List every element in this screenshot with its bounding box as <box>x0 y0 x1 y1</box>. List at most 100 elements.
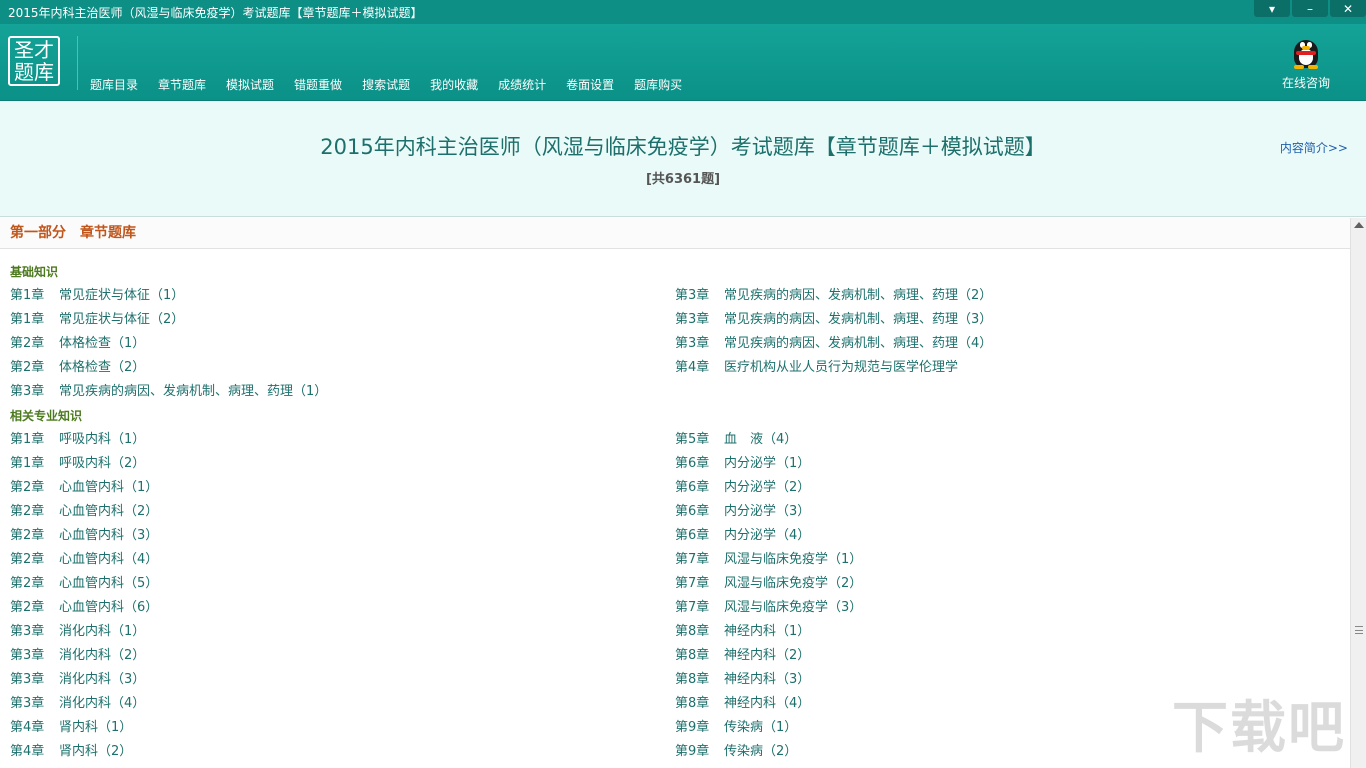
chapter-name: 肾内科（1） <box>59 720 133 735</box>
chapter-link[interactable]: 第7章 风湿与临床免疫学（3） <box>675 596 1340 620</box>
nav-item-0[interactable]: 题库目录 <box>80 76 148 94</box>
chapter-link[interactable]: 第7章 风湿与临床免疫学（1） <box>675 548 1340 572</box>
chapter-number: 第8章 <box>675 624 710 639</box>
chapter-link[interactable]: 第4章 医疗机构从业人员行为规范与医学伦理学 <box>675 356 1340 380</box>
chapter-link[interactable]: 第3章 常见疾病的病因、发病机制、病理、药理（3） <box>675 308 1340 332</box>
chapter-number: 第8章 <box>675 672 710 687</box>
chapter-link[interactable]: 第3章 消化内科（3） <box>10 668 675 692</box>
chapter-name: 呼吸内科（2） <box>59 456 146 471</box>
chapter-number: 第7章 <box>675 552 710 567</box>
chapter-link[interactable]: 第1章 常见症状与体征（1） <box>10 284 675 308</box>
chapter-number: 第4章 <box>10 720 45 735</box>
close-button[interactable]: ✕ <box>1330 0 1366 17</box>
chapter-number: 第3章 <box>675 312 710 327</box>
toolbar-divider <box>77 36 78 90</box>
chapter-link[interactable]: 第7章 风湿与临床免疫学（2） <box>675 572 1340 596</box>
nav-item-8[interactable]: 题库购买 <box>624 76 692 94</box>
chapter-link[interactable]: 第6章 内分泌学（4） <box>675 524 1340 548</box>
chapter-number: 第1章 <box>10 456 45 471</box>
chapter-link[interactable]: 第2章 心血管内科（3） <box>10 524 675 548</box>
chapter-name: 风湿与临床免疫学（1） <box>724 552 863 567</box>
chapter-name: 常见疾病的病因、发病机制、病理、药理（2） <box>724 288 993 303</box>
logo-text-top: 圣才 <box>14 38 54 62</box>
chapter-link[interactable]: 第2章 体格检查（2） <box>10 356 675 380</box>
part-header: 第一部分 章节题库 <box>0 218 1350 249</box>
chapter-link[interactable]: 第3章 消化内科（2） <box>10 644 675 668</box>
part-name: 章节题库 <box>80 225 136 241</box>
chapter-link[interactable]: 第4章 肾内科（2） <box>10 740 675 764</box>
minimize-button[interactable]: – <box>1292 0 1328 17</box>
chapter-link[interactable]: 第8章 神经内科（2） <box>675 644 1340 668</box>
chapter-link[interactable]: 第4章 肾内科（1） <box>10 716 675 740</box>
watermark-logo: 下载吧 <box>1172 696 1346 761</box>
chapter-name: 心血管内科（4） <box>59 552 159 567</box>
chapter-link[interactable]: 第3章 消化内科（4） <box>10 692 675 716</box>
chapter-link[interactable]: 第6章 内分泌学（1） <box>675 452 1340 476</box>
chapter-link[interactable]: 第2章 心血管内科（1） <box>10 476 675 500</box>
main-nav: 题库目录 章节题库 模拟试题 错题重做 搜索试题 我的收藏 成绩统计 卷面设置 题库购买 <box>80 76 692 94</box>
window-title: 2015年内科主治医师（风湿与临床免疫学）考试题库【章节题库＋模拟试题】 <box>8 6 423 20</box>
chapter-number: 第5章 <box>675 432 710 447</box>
chapter-link[interactable]: 第3章 常见疾病的病因、发病机制、病理、药理（4） <box>675 332 1340 356</box>
chapter-name: 传染病（2） <box>724 744 798 759</box>
chapter-link[interactable]: 第2章 心血管内科（4） <box>10 548 675 572</box>
chapter-name: 内分泌学（3） <box>724 504 811 519</box>
chapter-name: 风湿与临床免疫学（3） <box>724 600 863 615</box>
scroll-grip-icon[interactable] <box>1355 626 1363 634</box>
chapter-link[interactable]: 第1章 常见症状与体征（2） <box>10 308 675 332</box>
app-logo: 圣才 题库 <box>8 36 60 86</box>
title-bar: 2015年内科主治医师（风湿与临床免疫学）考试题库【章节题库＋模拟试题】 ▾ –… <box>0 0 1366 24</box>
chapter-number: 第3章 <box>10 384 45 399</box>
chapter-number: 第2章 <box>10 528 45 543</box>
chapter-link[interactable]: 第6章 内分泌学（3） <box>675 500 1340 524</box>
nav-item-6[interactable]: 成绩统计 <box>488 76 556 94</box>
chapter-name: 神经内科（4） <box>724 696 811 711</box>
chapter-number: 第2章 <box>10 576 45 591</box>
intro-link[interactable]: 内容简介>> <box>1280 139 1348 156</box>
chapter-link[interactable]: 第2章 心血管内科（5） <box>10 572 675 596</box>
nav-item-2[interactable]: 模拟试题 <box>216 76 284 94</box>
chapter-number: 第7章 <box>675 576 710 591</box>
dropdown-menu-button[interactable]: ▾ <box>1254 0 1290 17</box>
chapter-name: 常见症状与体征（1） <box>59 288 185 303</box>
nav-item-4[interactable]: 搜索试题 <box>352 76 420 94</box>
chapter-number: 第2章 <box>10 360 45 375</box>
nav-item-1[interactable]: 章节题库 <box>148 76 216 94</box>
chapter-link[interactable]: 第8章 神经内科（1） <box>675 620 1340 644</box>
chapter-number: 第6章 <box>675 504 710 519</box>
chapter-number: 第1章 <box>10 312 45 327</box>
chapter-link[interactable]: 第5章血 液（4） <box>675 428 1340 452</box>
chapter-link[interactable]: 第1章 呼吸内科（2） <box>10 452 675 476</box>
chapter-number: 第2章 <box>10 336 45 351</box>
chapter-link[interactable]: 第3章 常见疾病的病因、发病机制、病理、药理（2） <box>675 284 1340 308</box>
online-consult-label: 在线咨询 <box>1281 76 1330 90</box>
chapter-name: 体格检查（2） <box>59 360 146 375</box>
chapter-link[interactable]: 第3章 常见疾病的病因、发病机制、病理、药理（1） <box>10 380 675 404</box>
chapter-name: 消化内科（4） <box>59 696 146 711</box>
nav-item-7[interactable]: 卷面设置 <box>556 76 624 94</box>
question-count: [共6361题] <box>645 172 721 187</box>
chapter-link[interactable]: 第6章 内分泌学（2） <box>675 476 1340 500</box>
chapter-name: 神经内科（1） <box>724 624 811 639</box>
chapter-name: 血 液（4） <box>724 432 798 447</box>
main-toolbar: 圣才 题库 题库目录 章节题库 模拟试题 错题重做 搜索试题 我的收藏 成绩统计 卷面设置 题库… <box>0 24 1366 101</box>
chapter-name: 消化内科（3） <box>59 672 146 687</box>
chapter-link[interactable]: 第1章 呼吸内科（1） <box>10 428 675 452</box>
chapter-number: 第3章 <box>675 336 710 351</box>
chapter-link[interactable]: 第2章 心血管内科（6） <box>10 596 675 620</box>
vertical-scrollbar[interactable] <box>1350 218 1366 768</box>
nav-item-3[interactable]: 错题重做 <box>284 76 352 94</box>
chapter-name: 消化内科（1） <box>59 624 146 639</box>
chapter-name: 常见疾病的病因、发病机制、病理、药理（1） <box>59 384 328 399</box>
chapter-link[interactable]: 第3章 消化内科（1） <box>10 620 675 644</box>
chapter-link[interactable]: 第2章 心血管内科（2） <box>10 500 675 524</box>
online-consult-button[interactable]: 在线咨询 <box>1276 32 1336 91</box>
chapter-name: 心血管内科（5） <box>59 576 159 591</box>
scroll-up-arrow-icon[interactable] <box>1354 222 1364 228</box>
nav-item-5[interactable]: 我的收藏 <box>420 76 488 94</box>
chapter-number: 第1章 <box>10 288 45 303</box>
chapter-number: 第3章 <box>675 288 710 303</box>
chapter-link[interactable]: 第2章 体格检查（1） <box>10 332 675 356</box>
chapter-number: 第3章 <box>10 672 45 687</box>
part-label: 第一部分 <box>10 225 66 241</box>
